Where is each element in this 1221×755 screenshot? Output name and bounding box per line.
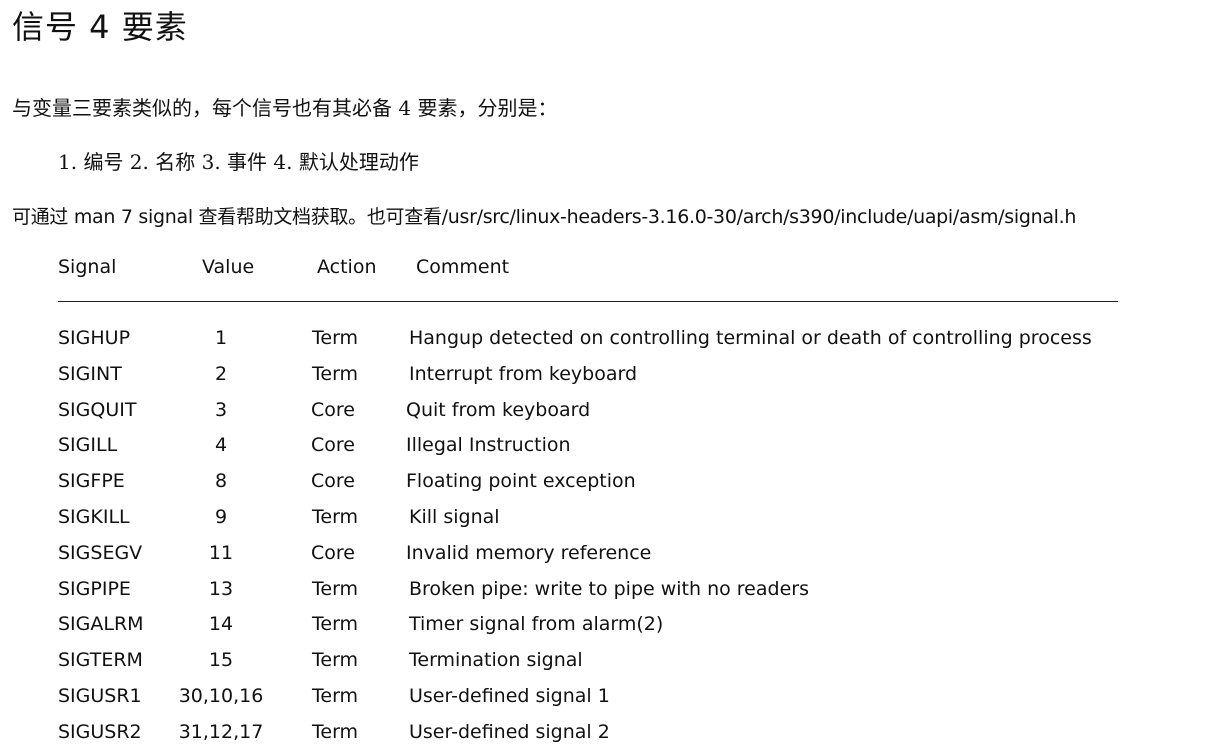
signal-name: SIGTERM — [58, 649, 143, 671]
signal-comment: Illegal Instruction — [406, 434, 571, 456]
signal-table: Signal Value Action Comment SIGHUP 1 Term H… — [0, 0, 1221, 755]
signal-comment: Hangup detected on controlling terminal … — [409, 327, 1092, 349]
signal-value: 3 — [214, 399, 228, 421]
signal-name: SIGHUP — [58, 327, 131, 349]
signal-comment: Timer signal from alarm(2) — [409, 613, 664, 635]
header-signal: Signal — [58, 256, 117, 278]
signal-value: 9 — [214, 506, 228, 528]
signal-comment: User-defined signal 2 — [409, 721, 610, 743]
signal-action: Core — [311, 434, 355, 456]
signal-comment: Termination signal — [409, 649, 583, 671]
signal-action: Core — [311, 542, 355, 564]
signal-comment: Quit from keyboard — [406, 399, 591, 421]
signal-action: Core — [311, 399, 355, 421]
signal-comment: Floating point exception — [406, 470, 636, 492]
signal-name: SIGINT — [58, 363, 122, 385]
signal-action: Term — [312, 578, 359, 600]
signal-value: 30,10,16 — [178, 685, 264, 707]
signal-action: Term — [312, 613, 359, 635]
signal-name: SIGSEGV — [58, 542, 143, 564]
signal-action: Term — [312, 649, 359, 671]
signal-name: SIGKILL — [58, 506, 130, 528]
signal-comment: User-defined signal 1 — [409, 685, 610, 707]
header-value: Value — [202, 256, 255, 278]
signal-comment: Broken pipe: write to pipe with no reade… — [409, 578, 809, 600]
signal-name: SIGALRM — [58, 613, 144, 635]
signal-value: 15 — [208, 649, 234, 671]
signal-action: Term — [312, 327, 359, 349]
signal-action: Term — [312, 363, 359, 385]
signal-value: 11 — [208, 542, 234, 564]
signal-comment: Invalid memory reference — [406, 542, 652, 564]
signal-value: 4 — [214, 434, 228, 456]
signal-value: 2 — [214, 363, 228, 385]
signal-name: SIGFPE — [58, 470, 125, 492]
signal-value: 14 — [208, 613, 234, 635]
signal-action: Term — [312, 685, 359, 707]
signal-name: SIGQUIT — [58, 399, 137, 421]
signal-name: SIGUSR1 — [58, 685, 142, 707]
header-comment: Comment — [416, 256, 510, 278]
signal-name: SIGPIPE — [58, 578, 131, 600]
signal-action: Core — [311, 470, 355, 492]
signal-name: SIGUSR2 — [58, 721, 142, 743]
signal-value: 8 — [214, 470, 228, 492]
signal-value: 1 — [214, 327, 228, 349]
signal-value: 31,12,17 — [178, 721, 264, 743]
signal-action: Term — [312, 721, 359, 743]
signal-comment: Kill signal — [409, 506, 500, 528]
signal-comment: Interrupt from keyboard — [409, 363, 638, 385]
signal-action: Term — [312, 506, 359, 528]
signal-value: 13 — [208, 578, 234, 600]
signal-name: SIGILL — [58, 434, 118, 456]
header-action: Action — [317, 256, 377, 278]
header-divider — [58, 301, 1118, 302]
